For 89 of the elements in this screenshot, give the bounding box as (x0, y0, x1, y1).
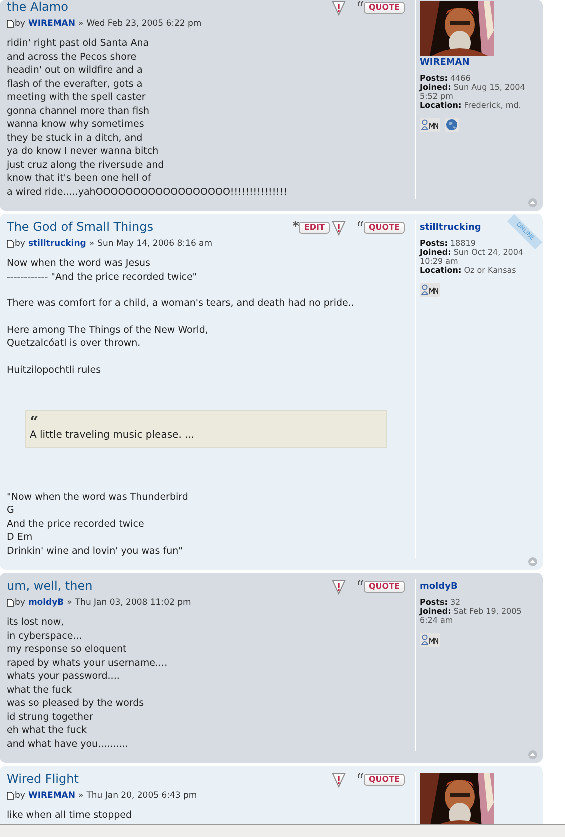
quote-text: A little traveling music please. ... (30, 429, 196, 442)
author-link[interactable]: WIREMAN (28, 790, 76, 802)
author-link[interactable]: WIREMAN (28, 18, 76, 30)
author-link[interactable]: stilltrucking (28, 238, 86, 250)
post-text: Here among The Things of the New World, (7, 324, 210, 337)
warning-icon[interactable] (332, 773, 346, 788)
post-date: Thu Jan 03, 2008 11:02 pm (75, 597, 192, 609)
post-text: And the price recorded twice (7, 518, 146, 531)
separator-text: » (89, 238, 95, 250)
post-text: ridin' right past old Santa Ana (7, 37, 150, 50)
pm-icon[interactable] (420, 283, 440, 297)
profile-detail: Location: Frederick, md. (420, 101, 522, 110)
post-text: gonna channel more than fish (7, 104, 151, 118)
post-text: id strung together (7, 710, 94, 724)
post-date: Wed Feb 23, 2005 6:22 pm (86, 18, 202, 30)
quote-mark-icon (358, 1, 364, 7)
post-text: they be stuck in a ditch, and (7, 132, 144, 145)
author-link[interactable]: moldyB (28, 597, 64, 609)
warning-icon[interactable] (332, 221, 346, 236)
post-text: Drinkin' wine and lovin' you was fun" (7, 544, 184, 558)
byline-text: by (15, 18, 26, 30)
post-text: ya do know I never wanna bitch (7, 145, 160, 158)
post-text: Huitzilopochtli rules (7, 364, 102, 377)
separator-text: » (78, 790, 84, 802)
post-text: a wired ride.....yahOOOOOOOOOOOOOOOOOO!!!!!!!!!!!!!!! (7, 186, 289, 199)
post-text: its lost now, (7, 616, 66, 630)
byline-text: by (15, 790, 26, 802)
profile-detail: Joined: Sat Feb 19, 2005 6:24 am (420, 607, 523, 625)
post-text: "Now when the word was Thunderbird (7, 490, 190, 504)
post-text: flash of the everafter, gots a (7, 78, 144, 91)
post-title[interactable]: The God of Small Things (7, 220, 154, 235)
post-text: Quetzalcóatl is over thrown. (7, 337, 142, 350)
post-text: Now when the word was Jesus (7, 257, 152, 270)
username-link[interactable]: moldyB (420, 581, 458, 593)
post-text: was so pleased by the words (7, 697, 146, 710)
separator-text: » (67, 597, 72, 609)
post-text: my response so eloquent (7, 643, 128, 656)
profile-detail: Posts: 18819 (420, 239, 477, 248)
pm-icon[interactable] (420, 633, 440, 647)
post-text: and what have you.......... (7, 738, 130, 751)
post-text: what the fuck (7, 684, 74, 697)
post-text: raped by whats your username.... (7, 656, 169, 670)
post-text: meeting with the spell caster (7, 91, 147, 104)
post-title[interactable]: um, well, then (7, 579, 93, 594)
warning-icon[interactable] (332, 1, 346, 16)
post-title[interactable]: the Alamo (7, 0, 68, 15)
quote-mark: “ (30, 415, 40, 429)
post-text: headin' out on wildfire and a (7, 64, 144, 78)
asterisk-icon (293, 221, 300, 227)
post-icon[interactable] (7, 792, 14, 800)
profile-detail: Joined: Sun Aug 15, 2004 5:52 pm (420, 83, 526, 101)
warning-icon[interactable] (332, 580, 346, 595)
profile-detail: Posts: 4466 (420, 74, 472, 83)
username-link[interactable]: stilltrucking (420, 222, 482, 234)
quote-button[interactable]: QUOTE (364, 2, 405, 14)
post-title[interactable]: Wired Flight (7, 772, 79, 787)
globe-icon[interactable] (445, 118, 459, 132)
post-text: wanna know why sometimes (7, 118, 146, 132)
post-text: and across the Pecos shore (7, 50, 138, 64)
byline-text: by (15, 597, 26, 609)
pm-icon[interactable] (420, 118, 440, 132)
separator-text: » (78, 18, 84, 30)
quote-mark-icon (358, 221, 364, 227)
username-link[interactable]: WIREMAN (420, 57, 470, 69)
post-text: D Em (7, 531, 34, 544)
post-text: whats your password.... (7, 670, 121, 684)
byline-text: by (15, 238, 26, 250)
post-date: Thu Jan 20, 2005 6:43 pm (86, 790, 198, 802)
post-text: G (7, 504, 16, 518)
quote-button[interactable]: QUOTE (364, 774, 405, 786)
post-text: There was comfort for a child, a woman's tears, and death had no pride.. (7, 297, 356, 310)
post-text: like when all time stopped (7, 809, 134, 822)
quote-mark-icon (358, 580, 364, 586)
edit-button[interactable]: EDIT (299, 222, 330, 234)
post-text: eh what the fuck (7, 724, 88, 738)
post-text: know that it's been one hell of (7, 172, 152, 186)
post-icon[interactable] (7, 20, 14, 28)
quote-mark-icon (358, 773, 364, 779)
post-icon[interactable] (7, 599, 14, 607)
profile-detail: Location: Oz or Kansas (420, 266, 518, 275)
profile-detail: Joined: Sun Oct 24, 2004 10:29 am (420, 248, 525, 266)
profile-detail: Posts: 32 (420, 598, 462, 607)
post-date: Sun May 14, 2006 8:16 am (98, 238, 213, 250)
post-text: ------------ "And the price recorded twice" (7, 270, 198, 284)
quote-button[interactable]: QUOTE (364, 581, 405, 593)
post-icon[interactable] (7, 240, 14, 248)
quote-button[interactable]: QUOTE (364, 222, 405, 234)
post-text: in cyberspace... (7, 630, 84, 643)
post-text: just cruz along the riversude and (7, 158, 166, 172)
